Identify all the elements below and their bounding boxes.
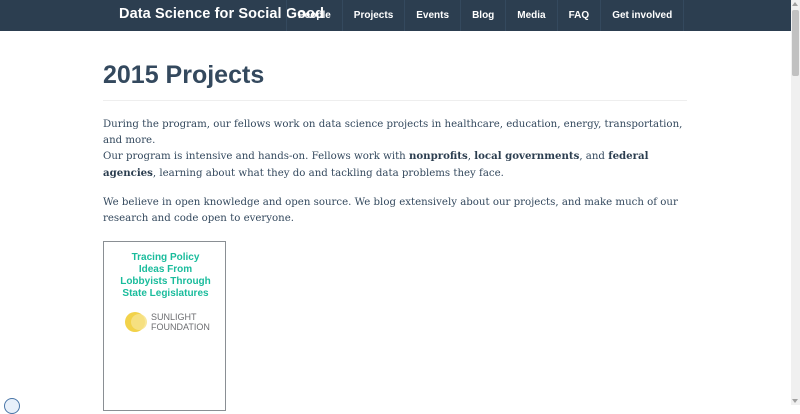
logo-line-2: FOUNDATION <box>151 322 210 332</box>
nav-item-people[interactable]: People <box>286 0 342 31</box>
program-text-3: , and <box>579 151 609 162</box>
top-navbar: Data Science for Social Good People Proj… <box>0 0 791 31</box>
nav-item-blog[interactable]: Blog <box>460 0 505 31</box>
nav-item-get-involved[interactable]: Get involved <box>600 0 685 31</box>
logo-text: SUNLIGHT FOUNDATION <box>151 312 210 332</box>
local-governments-text: local governments <box>474 150 580 162</box>
intro-paragraph: During the program, our fellows work on … <box>103 119 683 146</box>
vertical-scrollbar[interactable] <box>791 0 800 405</box>
logo-line-1: SUNLIGHT <box>151 312 197 322</box>
project-title-line: Ideas From <box>138 264 193 275</box>
scroll-thumb[interactable] <box>792 10 799 76</box>
nav-item-media[interactable]: Media <box>505 0 556 31</box>
program-text-1: Our program is intensive and hands-on. F… <box>103 151 409 162</box>
nav-item-events[interactable]: Events <box>404 0 460 31</box>
project-title-line: Tracing Policy <box>131 252 200 263</box>
sunlight-foundation-logo-icon: SUNLIGHT FOUNDATION <box>122 310 212 336</box>
open-source-paragraph: We believe in open knowledge and open so… <box>103 197 678 224</box>
page-title: 2015 Projects <box>103 61 265 89</box>
nonprofits-text: nonprofits <box>408 150 468 162</box>
nav-item-faq[interactable]: FAQ <box>556 0 601 31</box>
nav-item-projects[interactable]: Projects <box>341 0 404 31</box>
program-paragraph: Our program is intensive and hands-on. F… <box>103 148 693 182</box>
browser-status-icon <box>4 398 20 414</box>
title-divider <box>103 100 687 101</box>
scroll-down-arrow-icon[interactable] <box>792 399 798 403</box>
program-text-4: , learning about what they do and tackli… <box>152 168 504 179</box>
project-title-line: Lobbyists Through <box>120 276 211 287</box>
project-title-line: State Legislatures <box>122 288 209 299</box>
scroll-up-arrow-icon[interactable] <box>792 2 798 6</box>
project-card-tracing-policy[interactable]: Tracing Policy Ideas From Lobbyists Thro… <box>103 241 226 411</box>
project-card-title[interactable]: Tracing Policy Ideas From Lobbyists Thro… <box>104 252 227 300</box>
main-nav: People Projects Events Blog Media FAQ Ge… <box>286 0 685 31</box>
